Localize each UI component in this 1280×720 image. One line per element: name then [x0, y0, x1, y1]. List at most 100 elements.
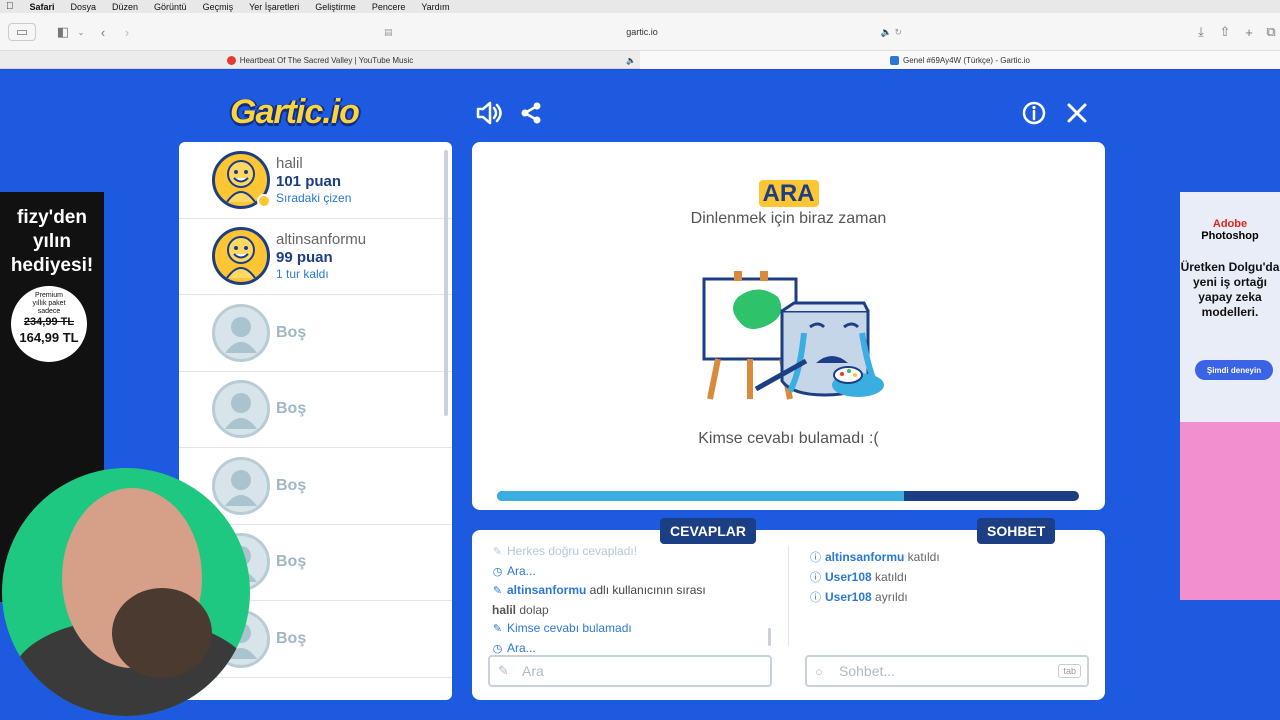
empty-avatar-icon [212, 456, 270, 515]
answer-user: altinsanformu [507, 583, 587, 597]
answer-line: ✎ Kimse cevabı bulamadı [492, 619, 772, 639]
player-row[interactable]: halil 101 puan Sıradaki çizen [179, 142, 452, 219]
answer-user: halil [492, 602, 517, 617]
answer-line: ✎ Herkes doğru cevapladı! [492, 542, 772, 562]
empty-slot-label: Boş [276, 476, 307, 494]
empty-slot: Boş [179, 372, 452, 448]
answer-text: Kimse cevabı bulamadı [507, 621, 632, 635]
audio-reload-icons[interactable]: 🔈 ↻ [881, 27, 902, 38]
empty-slot: Boş [179, 295, 452, 372]
tab-title: Genel #69Ay4W (Türkçe) - Gartic.io [902, 55, 1030, 65]
close-icon[interactable] [1062, 98, 1092, 128]
empty-slot-label: Boş [276, 629, 307, 647]
chevron-down-icon[interactable]: ⌄ [72, 23, 90, 41]
ad-cta-button[interactable]: Şimdi deneyin [1195, 360, 1273, 380]
answers-scrollbar[interactable] [768, 628, 771, 646]
menu-gelistirme[interactable]: Geliştirme [315, 2, 356, 12]
address-bar[interactable]: ▤ gartic.io 🔈 ↻ [380, 21, 904, 43]
menu-duzen[interactable]: Düzen [112, 2, 138, 12]
player-avatar [212, 227, 270, 286]
menu-gecmis[interactable]: Geçmiş [203, 2, 234, 12]
player-row[interactable]: altinsanformu 99 puan 1 tur kaldı [179, 219, 452, 295]
player-score: 99 puan [276, 249, 333, 267]
players-scrollbar[interactable] [444, 150, 448, 416]
tab-youtube-music[interactable]: Heartbeat Of The Sacred Valley | YouTube… [0, 51, 640, 69]
player-score: 101 puan [276, 172, 342, 190]
chat-line: ⓘ User108 ayrıldı [810, 588, 1090, 608]
forward-icon[interactable]: › [118, 23, 136, 41]
empty-slot-label: Boş [276, 553, 307, 571]
answers-log: ✎ Herkes doğru cevapladı! ◷ Ara... ✎ altins… [492, 542, 772, 658]
tabs-icon[interactable]: ⧉ [1262, 23, 1280, 41]
answer-input-placeholder: Ara [522, 663, 544, 679]
ad-brand-adobe: Adobe [1212, 218, 1248, 230]
chat-line: ⓘ altinsanformu katıldı [810, 548, 1090, 568]
empty-avatar-icon [212, 303, 270, 362]
chat-label: SOHBET [977, 518, 1056, 544]
chat-input[interactable]: ○ Sohbet... tab [805, 655, 1089, 687]
ad-headline: fizy'den yılın hediyesi! [10, 207, 94, 276]
stage-subtitle: Dinlenmek için biraz zaman [690, 210, 887, 227]
answer-text: dolap [516, 602, 549, 617]
webcam-overlay [2, 468, 250, 716]
answers-chat-panel: CEVAPLAR SOHBET ✎ Herkes doğru cevapladı!… [472, 518, 1105, 700]
menu-goruntu[interactable]: Görüntü [154, 2, 187, 12]
info-icon: ⓘ [810, 552, 821, 564]
speaker-icon[interactable]: 🔈 [626, 56, 636, 65]
ad-brand: Adobe Photoshop [1180, 218, 1280, 242]
progress-fill [497, 491, 905, 501]
ad-badge-line: Premium [34, 292, 63, 299]
answer-input[interactable]: ✎ Ara [488, 655, 772, 687]
tab-overview-icon[interactable]: ▭ [8, 23, 36, 41]
ad-image [1180, 422, 1280, 600]
info-icon: ⓘ [810, 572, 821, 584]
tab-gartic[interactable]: Genel #69Ay4W (Türkçe) - Gartic.io [640, 51, 1280, 69]
player-name: altinsanformu [276, 231, 367, 249]
chat-log: ⓘ altinsanformu katıldı ⓘ User108 katıldı … [810, 548, 1090, 608]
stage-message: Kimse cevabı bulamadı :( [698, 430, 879, 447]
ad-brand-product: Photoshop [1201, 230, 1259, 242]
panel-divider [788, 546, 789, 646]
menu-dosya[interactable]: Dosya [71, 2, 97, 12]
sound-icon[interactable] [474, 98, 504, 128]
new-tab-icon[interactable]: + [1240, 23, 1258, 41]
browser-toolbar: ▭ ◧ ⌄ ‹ › ▤ gartic.io 🔈 ↻ ⤓ ⇧ + ⧉ [0, 13, 1280, 51]
ad-old-price: 234,99 TL [23, 316, 75, 328]
answer-text: Herkes doğru cevapladı! [507, 544, 638, 558]
page-settings-icon[interactable]: ▤ [384, 27, 393, 38]
webcam-person-beard [112, 588, 212, 678]
chat-action: ayrıldı [871, 590, 908, 604]
chat-action: katıldı [904, 550, 940, 564]
downloads-icon[interactable]: ⤓ [1192, 23, 1210, 41]
share-icon[interactable]: ⇧ [1216, 23, 1234, 41]
empty-slot-label: Boş [276, 323, 307, 341]
back-icon[interactable]: ‹ [94, 23, 112, 41]
player-avatar [212, 150, 271, 209]
info-icon[interactable] [1019, 98, 1049, 128]
answers-label: CEVAPLAR [660, 518, 756, 544]
gartic-logo: Gartic.io [230, 93, 360, 131]
chat-user: altinsanformu [825, 550, 905, 564]
ad-price-badge: Premium yıllık paket sadece 234,99 TL 16… [11, 286, 87, 362]
ad-right-banner[interactable]: Adobe Photoshop Üretken Dolgu'da yeni iş… [1180, 192, 1280, 600]
menu-app-name[interactable]: Safari [30, 2, 55, 12]
player-name: halil [276, 154, 303, 172]
player-status: Sıradaki çizen [276, 190, 352, 205]
ad-badge-line: yıllık paket [32, 300, 66, 307]
menu-yardim[interactable]: Yardım [421, 2, 449, 12]
apple-menu-icon[interactable]:  [6, 1, 14, 12]
crying-easel-illustration-icon [702, 271, 884, 400]
next-drawer-badge-icon [257, 193, 271, 208]
answer-text: Ara... [507, 563, 536, 578]
tab-bar: Heartbeat Of The Sacred Valley | YouTube… [0, 51, 1280, 69]
drawing-stage: ARA Dinlenmek için biraz zaman Kimse cev… [472, 142, 1105, 510]
sidebar-toggle-icon[interactable]: ◧ [54, 23, 72, 41]
stage-title-text: ARA [758, 180, 819, 207]
stage-title: ARA [472, 180, 1105, 208]
search-icon: ○ [815, 663, 823, 679]
ad-new-price: 164,99 TL [19, 330, 79, 345]
menu-pencere[interactable]: Pencere [372, 2, 406, 12]
empty-slot-label: Boş [276, 400, 307, 418]
share-icon[interactable] [516, 98, 546, 128]
menu-yer-isaretleri[interactable]: Yer İşaretleri [249, 2, 299, 12]
